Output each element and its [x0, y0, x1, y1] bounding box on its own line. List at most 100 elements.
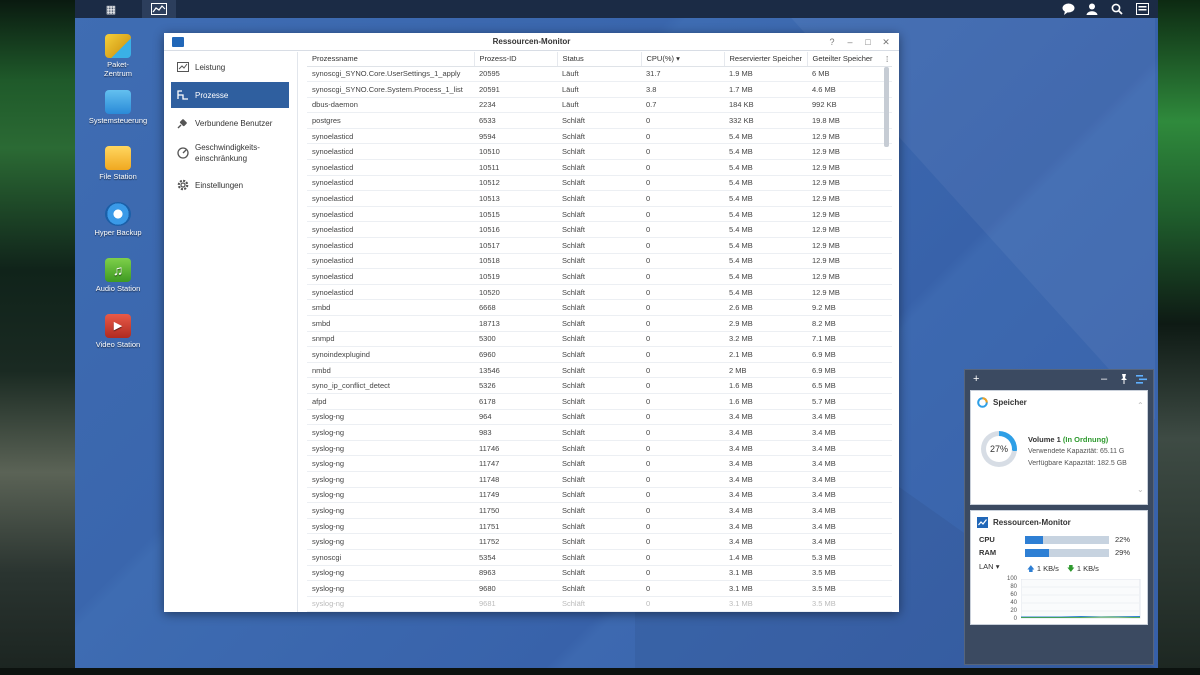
- table-row[interactable]: syslog-ng 11746 Schläft 0 3.4 MB 3.4 MB: [307, 440, 892, 457]
- table-row[interactable]: syslog-ng 9681 Schläft 0 3.1 MB 3.5 MB: [307, 596, 892, 612]
- taskbar-resource-monitor-button[interactable]: [142, 0, 176, 18]
- cell-cpu: 0: [641, 424, 724, 441]
- desktop-icon-package-center[interactable]: Paket- Zentrum: [87, 34, 149, 78]
- cell-process-id: 20595: [474, 66, 557, 83]
- lan-selector[interactable]: LAN ▾: [979, 562, 999, 571]
- cell-process-name: syslog-ng: [307, 502, 474, 519]
- table-row[interactable]: afpd 6178 Schläft 0 1.6 MB 5.7 MB: [307, 393, 892, 410]
- table-row[interactable]: syslog-ng 11748 Schläft 0 3.4 MB 3.4 MB: [307, 471, 892, 488]
- cell-shared-memory: 6.9 MB: [807, 346, 892, 363]
- table-row[interactable]: synoelasticd 10515 Schläft 0 5.4 MB 12.9 MB: [307, 206, 892, 223]
- main-menu-button[interactable]: ▦: [94, 0, 128, 18]
- volume-name: Volume 1: [1028, 435, 1061, 444]
- minimize-widgets-button[interactable]: –: [1101, 373, 1107, 385]
- table-row[interactable]: synoelasticd 10512 Schläft 0 5.4 MB 12.9 MB: [307, 175, 892, 192]
- cell-process-name: dbus-daemon: [307, 97, 474, 114]
- cell-reserved-memory: 3.4 MB: [724, 487, 807, 504]
- nav-item-settings[interactable]: Einstellungen: [171, 172, 289, 198]
- cell-cpu: 0: [641, 580, 724, 597]
- widgets-icon[interactable]: [1134, 1, 1150, 17]
- widget-menu-icon[interactable]: [1136, 374, 1147, 387]
- nav-item-processes[interactable]: Prozesse: [171, 82, 289, 108]
- table-row[interactable]: synoelasticd 9594 Schläft 0 5.4 MB 12.9 MB: [307, 128, 892, 145]
- lan-download: 🡇 1 KB/s: [1067, 563, 1099, 576]
- user-icon[interactable]: [1084, 1, 1100, 17]
- table-row[interactable]: syslog-ng 964 Schläft 0 3.4 MB 3.4 MB: [307, 409, 892, 426]
- cell-cpu: 0: [641, 471, 724, 488]
- table-row[interactable]: snmpd 5300 Schläft 0 3.2 MB 7.1 MB: [307, 331, 892, 348]
- pin-icon[interactable]: [1119, 374, 1129, 387]
- desktop-icon-hyper-backup[interactable]: Hyper Backup: [87, 202, 149, 237]
- column-header-cpu[interactable]: CPU(%) ▾: [641, 52, 725, 67]
- desktop-icon-video-station[interactable]: ▶ Video Station: [87, 314, 149, 349]
- cell-shared-memory: 6 MB: [807, 66, 892, 83]
- add-widget-button[interactable]: +: [973, 373, 979, 385]
- table-row[interactable]: synoindexplugind 6960 Schläft 0 2.1 MB 6.9 MB: [307, 346, 892, 363]
- table-row[interactable]: syslog-ng 11752 Schläft 0 3.4 MB 3.4 MB: [307, 533, 892, 550]
- column-header-process-id[interactable]: Prozess-ID: [474, 52, 558, 67]
- nav-item-connected-users[interactable]: Verbundene Benutzer: [171, 110, 289, 136]
- maximize-button[interactable]: □: [862, 36, 874, 48]
- cell-process-id: 9681: [474, 596, 557, 612]
- table-row[interactable]: syslog-ng 11750 Schläft 0 3.4 MB 3.4 MB: [307, 502, 892, 519]
- cell-cpu: 0: [641, 268, 724, 285]
- scroll-down-icon[interactable]: ⌄: [1137, 485, 1144, 494]
- table-row[interactable]: synoelasticd 10511 Schläft 0 5.4 MB 12.9 MB: [307, 159, 892, 176]
- table-row[interactable]: smbd 18713 Schläft 0 2.9 MB 8.2 MB: [307, 315, 892, 332]
- table-row[interactable]: synoscgi_SYNO.Core.System.Process_1_list…: [307, 81, 892, 98]
- table-row[interactable]: synoelasticd 10517 Schläft 0 5.4 MB 12.9 MB: [307, 237, 892, 254]
- cell-process-name: synoelasticd: [307, 206, 474, 223]
- table-row[interactable]: syslog-ng 983 Schläft 0 3.4 MB 3.4 MB: [307, 424, 892, 441]
- table-row[interactable]: synoelasticd 10516 Schläft 0 5.4 MB 12.9 MB: [307, 221, 892, 239]
- table-row[interactable]: syslog-ng 11749 Schläft 0 3.4 MB 3.4 MB: [307, 487, 892, 504]
- column-menu-icon[interactable]: ⁞: [886, 55, 888, 64]
- column-header-process-name[interactable]: Prozessname: [307, 52, 475, 67]
- cell-shared-memory: 3.5 MB: [807, 565, 892, 582]
- nav-item-performance[interactable]: Leistung: [171, 54, 289, 80]
- desktop-icon-audio-station[interactable]: ♫ Audio Station: [87, 258, 149, 293]
- table-row[interactable]: synoelasticd 10510 Schläft 0 5.4 MB 12.9 MB: [307, 143, 892, 161]
- column-header-status[interactable]: Status: [557, 52, 642, 67]
- column-header-shared-memory[interactable]: Geteilter Speicher: [807, 52, 892, 67]
- search-icon[interactable]: [1109, 1, 1125, 17]
- cell-shared-memory: 12.9 MB: [807, 253, 892, 270]
- cell-cpu: 0: [641, 393, 724, 410]
- table-row[interactable]: synoelasticd 10518 Schläft 0 5.4 MB 12.9 MB: [307, 253, 892, 270]
- scroll-up-icon[interactable]: ⌃: [1137, 401, 1144, 410]
- table-row[interactable]: smbd 6668 Schläft 0 2.6 MB 9.2 MB: [307, 299, 892, 316]
- desktop-icon-control-panel[interactable]: Systemsteuerung: [87, 90, 149, 125]
- table-row[interactable]: syslog-ng 11751 Schläft 0 3.4 MB 3.4 MB: [307, 518, 892, 535]
- table-row[interactable]: synoelasticd 10520 Schläft 0 5.4 MB 12.9 MB: [307, 284, 892, 301]
- table-row[interactable]: synoelasticd 10513 Schläft 0 5.4 MB 12.9 MB: [307, 190, 892, 207]
- minimize-button[interactable]: –: [844, 36, 856, 48]
- table-row[interactable]: synoelasticd 10519 Schläft 0 5.4 MB 12.9 MB: [307, 268, 892, 285]
- nav-item-speed-limit[interactable]: Geschwindigkeits- einschränkung: [171, 138, 289, 168]
- chat-icon[interactable]: [1060, 1, 1076, 17]
- cell-shared-memory: 12.9 MB: [807, 284, 892, 301]
- cell-reserved-memory: 1.6 MB: [724, 393, 807, 410]
- desktop-icon-file-station[interactable]: File Station: [87, 146, 149, 181]
- table-row[interactable]: postgres 6533 Schläft 0 332 KB 19.8 MB: [307, 112, 892, 129]
- table-row[interactable]: synoscgi 5354 Schläft 0 1.4 MB 5.3 MB: [307, 549, 892, 566]
- cell-process-id: 10518: [474, 253, 557, 270]
- lan-upload: 🡅 1 KB/s: [1027, 563, 1059, 576]
- cell-shared-memory: 6.5 MB: [807, 377, 892, 394]
- cell-process-name: syslog-ng: [307, 440, 474, 457]
- table-row[interactable]: syno_ip_conflict_detect 5326 Schläft 0 1.6 M…: [307, 377, 892, 394]
- help-button[interactable]: ?: [826, 36, 838, 48]
- table-row[interactable]: synoscgi_SYNO.Core.UserSettings_1_apply 2…: [307, 66, 892, 83]
- cell-cpu: 31.7: [641, 66, 724, 83]
- table-scrollbar[interactable]: [884, 67, 889, 147]
- chevron-down-icon: ▾: [995, 562, 1000, 571]
- column-header-reserved-memory[interactable]: Reservierter Speicher: [724, 52, 808, 67]
- table-row[interactable]: syslog-ng 8963 Schläft 0 3.1 MB 3.5 MB: [307, 565, 892, 582]
- table-row[interactable]: syslog-ng 9680 Schläft 0 3.1 MB 3.5 MB: [307, 580, 892, 597]
- table-row[interactable]: dbus-daemon 2234 Läuft 0.7 184 KB 992 KB: [307, 97, 892, 114]
- window-titlebar[interactable]: Ressourcen-Monitor ? – □ ✕: [164, 33, 899, 51]
- table-row[interactable]: nmbd 13546 Schläft 0 2 MB 6.9 MB: [307, 362, 892, 379]
- cell-shared-memory: 3.4 MB: [807, 471, 892, 488]
- close-button[interactable]: ✕: [880, 36, 892, 48]
- cell-shared-memory: 9.2 MB: [807, 299, 892, 316]
- cell-process-name: synoelasticd: [307, 190, 474, 207]
- table-row[interactable]: syslog-ng 11747 Schläft 0 3.4 MB 3.4 MB: [307, 455, 892, 472]
